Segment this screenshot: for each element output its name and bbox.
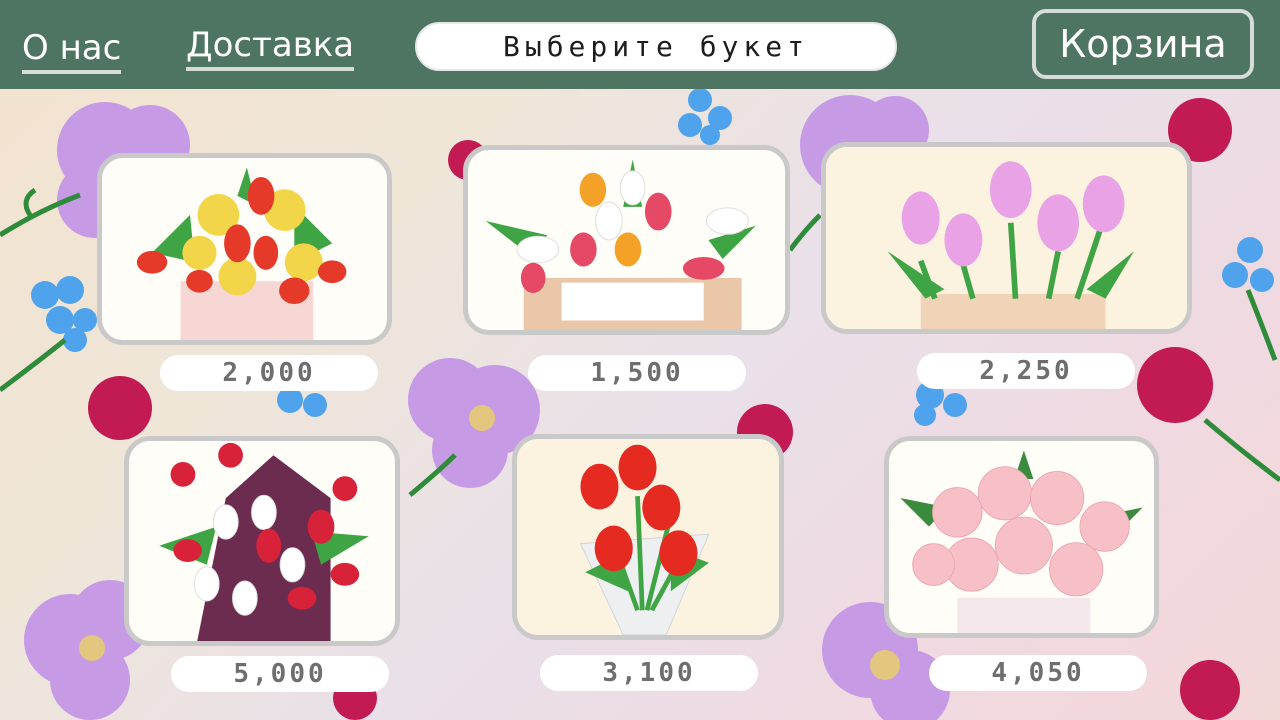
- blue-flower-icon: [678, 88, 732, 145]
- price-label[interactable]: 3,100: [540, 655, 758, 691]
- red-rose-icon: [1137, 347, 1213, 423]
- bouquet-card-4[interactable]: [124, 436, 400, 646]
- pink-tulips-icon: [826, 147, 1187, 329]
- top-navigation-bar: О нас Доставка Выберите букет Корзина: [0, 0, 1280, 89]
- bouquet-card-3[interactable]: [821, 142, 1192, 334]
- price-label[interactable]: 4,050: [929, 655, 1147, 691]
- nav-about-link[interactable]: О нас: [22, 28, 122, 74]
- blue-flower-icon: [1222, 237, 1274, 292]
- bouquet-card-2[interactable]: [463, 145, 790, 335]
- choose-bouquet-search[interactable]: Выберите букет: [415, 22, 897, 71]
- price-label[interactable]: 2,000: [160, 355, 378, 391]
- tulips-hearts-box-icon: [159, 442, 369, 641]
- price-label[interactable]: 5,000: [171, 656, 389, 692]
- blue-flower-icon: [277, 387, 327, 417]
- price-label[interactable]: 2,250: [917, 353, 1135, 389]
- bouquet-card-6[interactable]: [884, 436, 1159, 638]
- bouquet-card-1[interactable]: [97, 153, 392, 345]
- bouquet-card-5[interactable]: [512, 434, 784, 640]
- tulips-envelope-icon: [485, 159, 756, 330]
- peonies-icon: [900, 450, 1143, 633]
- price-label[interactable]: 1,500: [528, 355, 746, 391]
- red-rose-icon: [88, 376, 152, 440]
- red-rose-icon: [1180, 660, 1240, 720]
- tulips-daffodils-icon: [136, 167, 347, 340]
- nav-delivery-link[interactable]: Доставка: [186, 25, 355, 71]
- cart-button[interactable]: Корзина: [1032, 9, 1254, 79]
- red-tulips-icon: [517, 439, 779, 635]
